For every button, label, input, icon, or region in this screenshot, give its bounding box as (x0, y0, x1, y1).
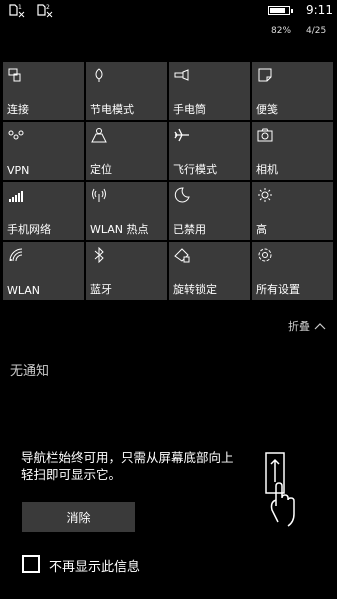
tile-vpn[interactable]: VPN (3, 122, 84, 180)
tile-connect[interactable]: 连接 (3, 62, 84, 120)
battery-icon (268, 6, 293, 15)
tile-label: VPN (7, 164, 30, 177)
dont-show-again-checkbox[interactable] (22, 555, 40, 573)
chevron-up-icon (314, 320, 326, 333)
collapse-label: 折叠 (288, 320, 310, 333)
status-date: 4/25 (306, 26, 327, 36)
no-notifications-text: 无通知 (10, 364, 50, 379)
tile-label: 蓝牙 (90, 283, 112, 296)
tile-label: 便笺 (256, 103, 278, 116)
tile-airplane-mode[interactable]: 飞行模式 (169, 122, 250, 180)
tile-note[interactable]: 便笺 (252, 62, 333, 120)
rotation-lock-icon (174, 247, 190, 263)
tile-label: 飞行模式 (173, 163, 217, 176)
tile-label: 相机 (256, 163, 278, 176)
tile-wlan[interactable]: WLAN (3, 242, 84, 300)
tile-label: 已禁用 (173, 223, 206, 236)
collapse-button[interactable]: 折叠 (288, 318, 326, 334)
tile-label: 旋转锁定 (173, 283, 217, 296)
tile-wlan-hotspot[interactable]: WLAN 热点 (86, 182, 167, 240)
dismiss-button[interactable]: 消除 (22, 502, 135, 532)
clock-time: 9:11 (306, 3, 333, 17)
tile-rotation-lock[interactable]: 旋转锁定 (169, 242, 250, 300)
tile-all-settings[interactable]: 所有设置 (252, 242, 333, 300)
battery-saver-icon (91, 67, 107, 83)
status-bar: 1 2 9:11 82% 4/25 (0, 0, 337, 46)
tile-label: 所有设置 (256, 283, 300, 296)
tile-battery-saver[interactable]: 节电模式 (86, 62, 167, 120)
cellular-icon (8, 187, 24, 203)
location-icon (91, 127, 107, 143)
tile-brightness[interactable]: 高 (252, 182, 333, 240)
tile-flashlight[interactable]: 手电筒 (169, 62, 250, 120)
dont-show-again-label[interactable]: 不再显示此信息 (49, 556, 140, 575)
tile-label: 定位 (90, 163, 112, 176)
tile-camera[interactable]: 相机 (252, 122, 333, 180)
settings-icon (257, 247, 273, 263)
sim2-no-signal-icon: 2 (36, 2, 54, 18)
tile-cellular[interactable]: 手机网络 (3, 182, 84, 240)
tile-label: 连接 (7, 103, 29, 116)
vpn-icon (8, 127, 24, 143)
wifi-icon (8, 247, 24, 263)
tile-quiet-hours[interactable]: 已禁用 (169, 182, 250, 240)
svg-text:2: 2 (46, 4, 50, 11)
quiet-hours-icon (174, 187, 190, 203)
battery-percent: 82% (271, 26, 292, 36)
tile-label: WLAN 热点 (90, 223, 149, 236)
sim1-no-signal-icon: 1 (8, 2, 26, 18)
quick-actions-grid: 连接 节电模式 手电筒 便笺 VPN 定位 飞行模式 相机 手机网络 WLAN … (3, 62, 334, 300)
nav-bar-hint: 导航栏始终可用，只需从屏幕底部向上轻扫即可显示它。 (21, 450, 234, 482)
airplane-icon (174, 127, 190, 143)
brightness-icon (257, 187, 273, 203)
tile-label: 高 (256, 223, 267, 236)
connect-icon (8, 67, 24, 83)
note-icon (257, 67, 273, 83)
tile-label: 手机网络 (7, 223, 51, 236)
tile-label: WLAN (7, 284, 41, 297)
hotspot-icon (91, 187, 107, 203)
tile-bluetooth[interactable]: 蓝牙 (86, 242, 167, 300)
tile-label: 节电模式 (90, 103, 134, 116)
camera-icon (257, 127, 273, 143)
tile-location[interactable]: 定位 (86, 122, 167, 180)
svg-text:1: 1 (18, 4, 22, 11)
tile-label: 手电筒 (173, 103, 206, 116)
swipe-up-gesture-icon (262, 450, 302, 530)
bluetooth-icon (91, 246, 107, 264)
flashlight-icon (174, 67, 190, 83)
